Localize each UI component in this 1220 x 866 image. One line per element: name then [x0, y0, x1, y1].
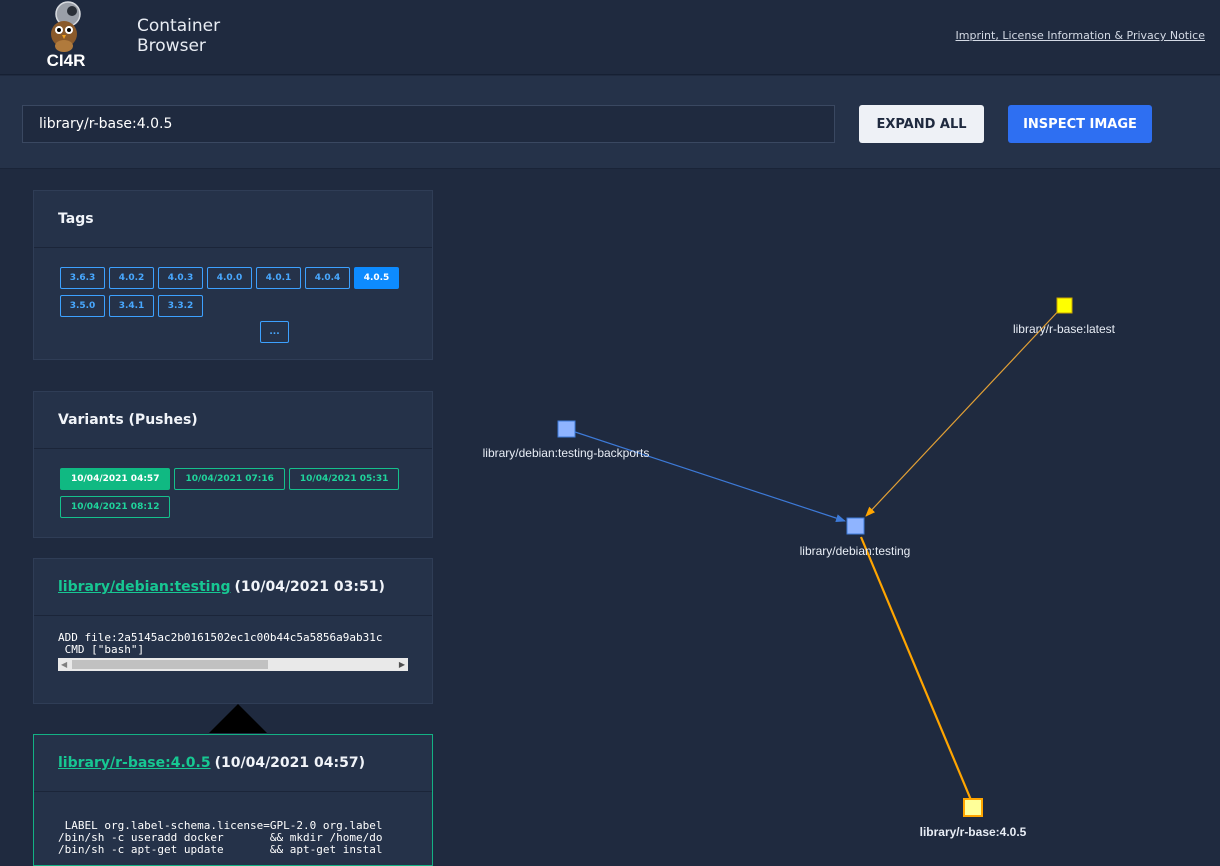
image-search-input[interactable] [22, 105, 835, 143]
variants-title: Variants (Pushes) [34, 392, 432, 449]
scroll-left-icon[interactable]: ◀ [61, 660, 67, 669]
tag-3-6-3[interactable]: 3.6.3 [60, 267, 105, 289]
imprint-link[interactable]: Imprint, License Information & Privacy N… [956, 29, 1205, 42]
app-title: Container Browser [137, 16, 220, 56]
layer-header: library/debian:testing (10/04/2021 03:51… [34, 559, 432, 616]
tag-list: 3.6.3 4.0.2 4.0.3 4.0.0 4.0.1 4.0.4 4.0.… [60, 267, 406, 349]
tag-3-4-1[interactable]: 3.4.1 [109, 295, 154, 317]
image-dependency-graph[interactable]: library/r-base:latest library/debian:tes… [440, 170, 1220, 856]
variant-item[interactable]: 10/04/2021 07:16 [174, 468, 285, 490]
tags-panel: Tags 3.6.3 4.0.2 4.0.3 4.0.0 4.0.1 4.0.4… [33, 190, 433, 360]
tag-3-3-2[interactable]: 3.3.2 [158, 295, 203, 317]
graph-node-backports[interactable] [557, 420, 576, 438]
scrollbar-thumb[interactable] [72, 660, 268, 669]
graph-edge-rbase-to-testing [859, 536, 973, 801]
graph-label-backports: library/debian:testing-backports [483, 446, 650, 460]
graph-edge-latest-to-testing [865, 304, 1065, 517]
layer-image-link[interactable]: library/r-base:4.0.5 [58, 755, 211, 771]
layer-image-link[interactable]: library/debian:testing [58, 579, 230, 595]
layer-command-line: CMD ["bash"] [58, 644, 145, 656]
expand-all-button[interactable]: EXPAND ALL [859, 105, 984, 143]
top-bar: CI4R Container Browser Imprint, License … [0, 0, 1220, 75]
layer-panel-r-base: library/r-base:4.0.5 (10/04/2021 04:57) … [33, 734, 433, 866]
graph-label-latest: library/r-base:latest [1013, 322, 1116, 336]
layer-header: library/r-base:4.0.5 (10/04/2021 04:57) [34, 735, 432, 792]
graph-node-rbase-405[interactable] [963, 798, 983, 817]
tags-title: Tags [34, 191, 432, 248]
layer-command-line: ADD file:2a5145ac2b0161502ec1c00b44c5a58… [58, 632, 383, 644]
graph-node-latest[interactable] [1056, 297, 1073, 314]
horizontal-scrollbar[interactable]: ◀ ▶ [58, 658, 408, 671]
app-title-line1: Container [137, 16, 221, 36]
inspect-image-button[interactable]: INSPECT IMAGE [1008, 105, 1152, 143]
tag-4-0-5-selected[interactable]: 4.0.5 [354, 267, 399, 289]
graph-node-testing[interactable] [846, 517, 865, 535]
layer-command-line: LABEL org.label-schema.license=GPL-2.0 o… [58, 820, 383, 832]
variant-list: 10/04/2021 04:57 10/04/2021 07:16 10/04/… [60, 468, 406, 524]
layer-panel-debian-testing: library/debian:testing (10/04/2021 03:51… [33, 558, 433, 704]
scroll-right-icon[interactable]: ▶ [399, 660, 405, 669]
graph-label-rbase-405: library/r-base:4.0.5 [920, 825, 1027, 839]
tag-3-5-0[interactable]: 3.5.0 [60, 295, 105, 317]
tag-4-0-4[interactable]: 4.0.4 [305, 267, 350, 289]
app-title-line2: Browser [137, 36, 206, 56]
ci4r-logo[interactable]: CI4R [34, 0, 98, 70]
tag-4-0-3[interactable]: 4.0.3 [158, 267, 203, 289]
graph-label-testing: library/debian:testing [800, 544, 911, 558]
layer-command-line: /bin/sh -c apt-get update && apt-get ins… [58, 844, 383, 856]
layer-date: (10/04/2021 04:57) [214, 755, 365, 771]
variant-item-selected[interactable]: 10/04/2021 04:57 [60, 468, 171, 490]
layer-connector-arrow-icon [209, 704, 267, 733]
layer-command-line: /bin/sh -c useradd docker && mkdir /home… [58, 832, 383, 844]
tag-4-0-2[interactable]: 4.0.2 [109, 267, 154, 289]
variant-item[interactable]: 10/04/2021 05:31 [288, 468, 400, 490]
variants-panel: Variants (Pushes) 10/04/2021 04:57 10/04… [33, 391, 433, 538]
tag-4-0-0[interactable]: 4.0.0 [207, 267, 252, 289]
search-bar: EXPAND ALL INSPECT IMAGE [0, 76, 1220, 169]
tag-4-0-1[interactable]: 4.0.1 [256, 267, 301, 289]
graph-edge-backports-to-testing [565, 428, 846, 522]
layer-date: (10/04/2021 03:51) [234, 579, 385, 595]
tag-more[interactable]: ... [260, 321, 289, 343]
logo-text: CI4R [47, 51, 86, 70]
variant-item[interactable]: 10/04/2021 08:12 [60, 496, 171, 518]
